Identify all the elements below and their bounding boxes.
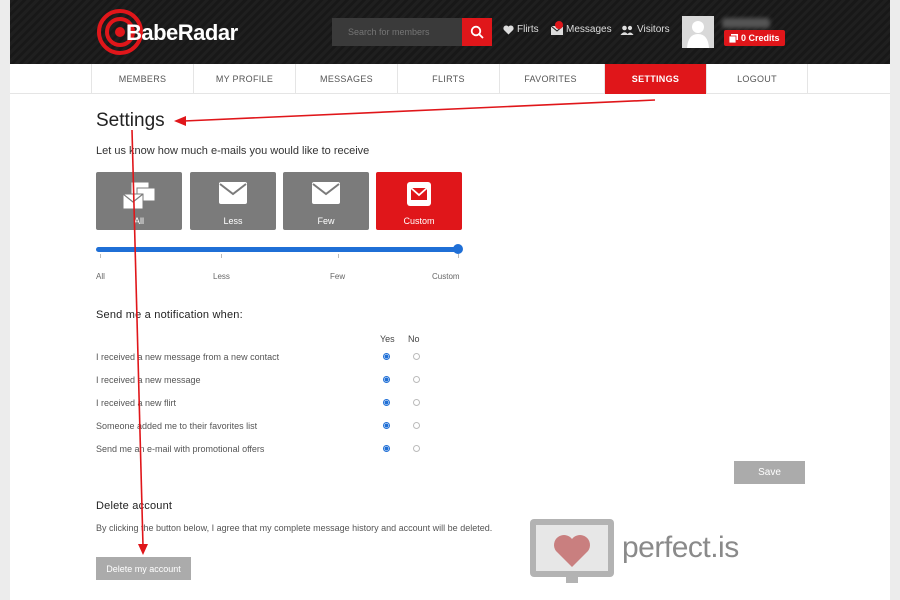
radio-no-new-flirt[interactable]	[413, 399, 420, 406]
notification-label: I received a new message	[96, 375, 201, 385]
watermark: perfect.is	[528, 517, 739, 587]
header-link-messages[interactable]: Messages	[551, 20, 612, 35]
username-blurred	[722, 18, 770, 28]
notification-badge	[555, 20, 563, 29]
header-link-visitors-label: Visitors	[637, 24, 670, 35]
frequency-slider-thumb[interactable]	[453, 244, 463, 254]
delete-account-description: By clicking the button below, I agree th…	[96, 523, 493, 533]
logo-wordmark: BabeRadar	[126, 20, 238, 45]
monitor-heart-icon	[530, 519, 614, 583]
frequency-option-custom-label: Custom	[403, 216, 435, 226]
magnifier-icon	[470, 25, 484, 39]
envelope-icon	[312, 182, 340, 204]
scale-label-all: All	[96, 272, 105, 281]
column-no: No	[408, 334, 420, 344]
radio-yes-new-flirt[interactable]	[383, 399, 390, 406]
credits-icon	[729, 33, 738, 43]
tab-logout[interactable]: LOGOUT	[706, 64, 808, 94]
tab-members[interactable]: MEMBERS	[91, 64, 193, 94]
radio-yes-favorites[interactable]	[383, 422, 390, 429]
radio-no-promotions[interactable]	[413, 445, 420, 452]
email-frequency-prompt: Let us know how much e-mails you would l…	[96, 145, 370, 157]
main-navigation: MEMBERS MY PROFILE MESSAGES FLIRTS FAVOR…	[10, 64, 890, 94]
radio-no-new-message[interactable]	[413, 376, 420, 383]
header-link-flirts-label: Flirts	[517, 24, 539, 35]
arrowhead	[138, 544, 148, 555]
watermark-text: perfect.is	[622, 531, 739, 564]
users-icon	[620, 25, 634, 35]
slider-tick	[338, 254, 339, 258]
frequency-option-custom[interactable]: Custom	[376, 172, 462, 230]
scale-label-less: Less	[213, 272, 230, 281]
frequency-slider-track[interactable]	[96, 247, 462, 252]
radio-yes-promotions[interactable]	[383, 445, 390, 452]
frequency-option-few-label: Few	[317, 216, 335, 226]
radio-yes-new-message[interactable]	[383, 376, 390, 383]
radio-no-new-contact[interactable]	[413, 353, 420, 360]
header-link-visitors[interactable]: Visitors	[620, 24, 670, 35]
search-button[interactable]	[462, 18, 492, 46]
page-margin-left	[0, 0, 10, 600]
tab-favorites[interactable]: FAVORITES	[499, 64, 601, 94]
envelope-with-badge	[551, 20, 563, 35]
notifications-heading: Send me a notification when:	[96, 309, 243, 321]
notification-label: Send me an e-mail with promotional offer…	[96, 444, 265, 454]
radio-no-favorites[interactable]	[413, 422, 420, 429]
slider-tick	[100, 254, 101, 258]
delete-account-button[interactable]: Delete my account	[96, 557, 191, 580]
frequency-option-less[interactable]: Less	[190, 172, 276, 230]
tab-messages[interactable]: MESSAGES	[295, 64, 397, 94]
frequency-option-less-label: Less	[223, 216, 243, 226]
tab-my-profile[interactable]: MY PROFILE	[193, 64, 295, 94]
tab-flirts[interactable]: FLIRTS	[397, 64, 499, 94]
frequency-option-few[interactable]: Few	[283, 172, 369, 230]
delete-account-heading: Delete account	[96, 500, 173, 512]
page-title: Settings	[96, 110, 165, 131]
slider-tick	[458, 254, 459, 258]
save-button[interactable]: Save	[734, 461, 805, 484]
column-yes: Yes	[380, 334, 395, 344]
envelope-stack-icon	[123, 182, 155, 210]
tab-settings[interactable]: SETTINGS	[604, 64, 706, 94]
credits-button[interactable]: 0 Credits	[724, 30, 785, 46]
scale-label-custom: Custom	[432, 272, 460, 281]
header-link-flirts[interactable]: Flirts	[503, 24, 539, 35]
header-link-messages-label: Messages	[566, 24, 612, 35]
annotation-arrow-to-settings	[183, 99, 656, 122]
envelope-icon	[219, 182, 247, 204]
envelope-square-icon	[407, 182, 431, 206]
page-margin-right	[890, 0, 900, 600]
notification-label: I received a new flirt	[96, 398, 177, 408]
arrowhead	[174, 116, 186, 126]
scale-label-few: Few	[330, 272, 346, 281]
frequency-option-all[interactable]: All	[96, 172, 182, 230]
site-logo[interactable]: BabeRadar	[96, 8, 256, 56]
user-silhouette-icon	[682, 16, 714, 48]
notification-label: I received a new message from a new cont…	[96, 352, 280, 362]
heart-icon	[503, 24, 514, 35]
frequency-option-all-label: All	[133, 216, 144, 226]
notification-label: Someone added me to their favorites list	[96, 421, 258, 431]
radio-yes-new-contact[interactable]	[383, 353, 390, 360]
search-input[interactable]	[332, 18, 462, 46]
avatar[interactable]	[682, 16, 714, 48]
credits-label: 0 Credits	[741, 33, 780, 43]
slider-tick	[221, 254, 222, 258]
